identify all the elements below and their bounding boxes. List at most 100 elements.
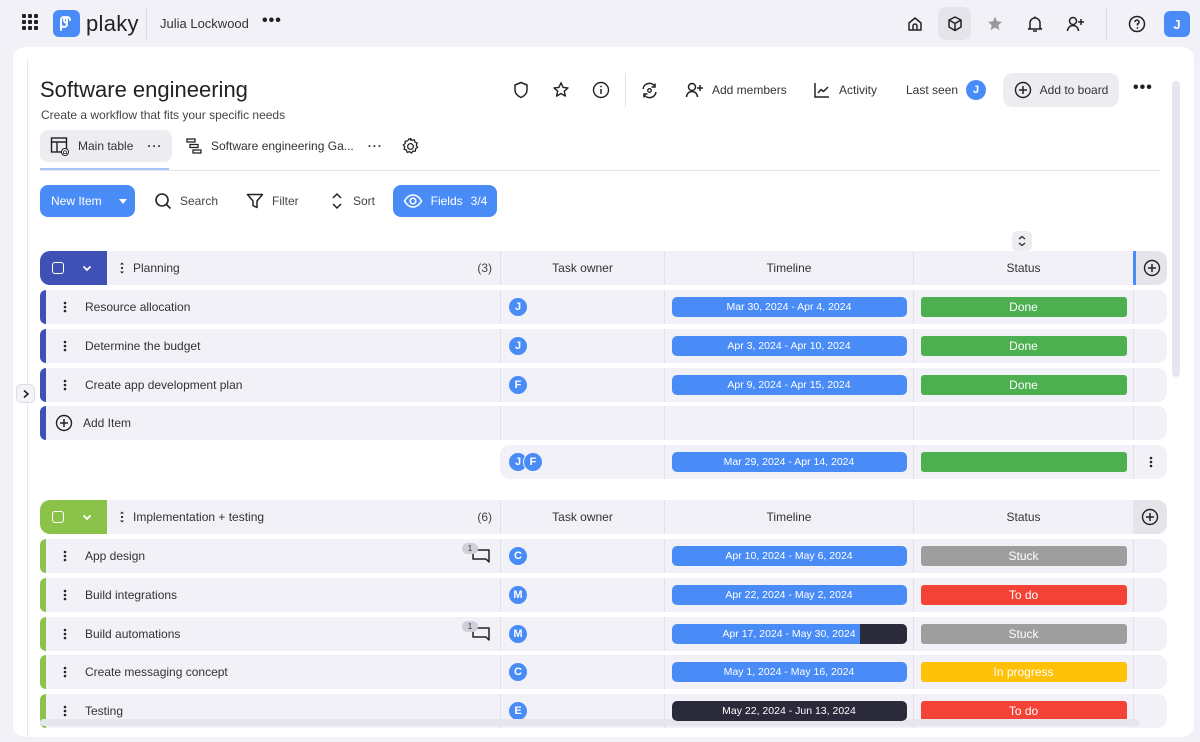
item-name[interactable]: Create messaging concept [85,665,228,679]
row-menu-button[interactable] [50,550,80,562]
favorites-button[interactable] [978,7,1011,40]
sort-button[interactable]: Sort [329,189,375,213]
timeline-pill[interactable]: Apr 22, 2024 - May 2, 2024 [671,584,907,605]
tab-more-button[interactable]: ··· [368,139,383,153]
notifications-button[interactable] [1018,7,1051,40]
column-header-owner[interactable]: Task owner [500,500,664,534]
group-name-cell[interactable]: Implementation + testing (6) [107,500,500,534]
status-badge[interactable]: Stuck [920,623,1127,644]
owner-avatar[interactable]: C [508,546,528,566]
timeline-pill[interactable]: Mar 30, 2024 - Apr 4, 2024 [671,297,907,317]
status-badge[interactable]: Done [920,297,1127,317]
column-header-status[interactable]: Status [913,251,1133,285]
status-cell[interactable]: To do [913,577,1133,612]
row-menu-button[interactable] [50,379,80,391]
item-name[interactable]: Build automations [85,627,180,641]
timeline-pill[interactable]: Apr 3, 2024 - Apr 10, 2024 [671,335,907,356]
task-owner-cell[interactable]: J [500,328,664,363]
new-item-button[interactable]: New Item [40,185,135,217]
summary-status-bar[interactable] [920,452,1127,473]
status-badge[interactable]: Done [920,374,1127,395]
item-name[interactable]: Resource allocation [85,300,190,314]
plaky-logo[interactable]: plaky [53,10,139,37]
timeline-cell[interactable]: Apr 3, 2024 - Apr 10, 2024 [664,328,913,363]
workspace-more-button[interactable]: ••• [262,12,282,30]
apps-grid-icon[interactable] [22,14,38,30]
column-sort-button[interactable] [1012,231,1032,251]
item-name-cell[interactable]: Determine the budget [40,328,500,363]
timeline-cell[interactable]: Mar 30, 2024 - Apr 4, 2024 [664,290,913,324]
group-name[interactable]: Implementation + testing [133,510,264,524]
status-badge[interactable]: Done [920,335,1127,356]
status-badge[interactable]: To do [920,584,1127,605]
status-cell[interactable]: Done [913,328,1133,363]
vertical-scrollbar[interactable] [1172,81,1180,377]
group-name[interactable]: Planning [133,261,180,275]
status-cell[interactable]: In progress [913,655,1133,690]
help-button[interactable] [1120,7,1153,40]
sync-button[interactable] [638,79,660,101]
status-cell[interactable]: Stuck [913,539,1133,573]
user-avatar[interactable]: J [1164,11,1190,37]
task-owner-cell[interactable]: M [500,577,664,612]
chevron-down-icon[interactable] [119,198,127,204]
timeline-pill[interactable]: Apr 10, 2024 - May 6, 2024 [671,546,907,566]
task-owner-cell[interactable]: C [500,655,664,690]
group-select-checkbox[interactable] [52,511,64,523]
add-item-label[interactable]: Add Item [83,416,131,430]
owner-avatar[interactable]: C [508,662,528,683]
board-description[interactable]: Create a workflow that fits your specifi… [41,108,285,122]
column-header-timeline[interactable]: Timeline [664,251,913,285]
summary-more-button[interactable] [1133,445,1167,480]
row-menu-button[interactable] [50,628,80,640]
last-seen-button[interactable]: Last seen J [906,77,987,103]
tab-gantt[interactable]: Software engineering Ga... ··· [175,130,393,162]
timeline-cell[interactable]: Apr 22, 2024 - May 2, 2024 [664,577,913,612]
row-menu-button[interactable] [50,301,80,313]
boards-button[interactable] [938,7,971,40]
add-to-board-button[interactable]: Add to board [1003,73,1119,107]
item-name[interactable]: Testing [85,704,123,718]
fields-button[interactable]: Fields 3/4 [393,185,497,217]
add-item-button[interactable] [54,414,74,432]
invite-user-button[interactable] [1059,7,1092,40]
column-header-owner[interactable]: Task owner [500,251,664,285]
filter-button[interactable]: Filter [246,189,299,213]
timeline-cell[interactable]: Apr 17, 2024 - May 30, 2024 [664,616,913,651]
board-title[interactable]: Software engineering [40,77,248,103]
status-cell[interactable]: Stuck [913,616,1133,651]
comments-button[interactable]: 1 [462,620,492,645]
column-header-timeline[interactable]: Timeline [664,500,913,534]
collapse-chevron-icon[interactable] [82,265,92,272]
owner-avatar[interactable]: F [508,374,528,395]
item-name-cell[interactable]: Build integrations [40,577,500,612]
workspace-name[interactable]: Julia Lockwood [160,16,249,31]
favorite-board-button[interactable] [550,79,572,101]
tab-more-button[interactable]: ··· [147,139,162,153]
row-menu-button[interactable] [50,340,80,352]
timeline-pill[interactable]: May 1, 2024 - May 16, 2024 [671,662,907,683]
status-badge[interactable]: Stuck [920,546,1127,566]
add-item-cell[interactable]: Add Item [40,406,500,441]
group-name-cell[interactable]: Planning (3) [107,251,500,285]
collapse-chevron-icon[interactable] [82,514,92,521]
timeline-pill[interactable]: Apr 17, 2024 - May 30, 2024 [671,623,907,644]
owner-avatar[interactable]: J [508,297,528,317]
task-owner-cell[interactable]: F [500,367,664,402]
activity-button[interactable]: Activity [813,77,877,103]
timeline-cell[interactable]: May 1, 2024 - May 16, 2024 [664,655,913,690]
row-menu-button[interactable] [50,705,80,717]
status-cell[interactable]: Done [913,367,1133,402]
view-settings-button[interactable] [401,137,420,161]
task-owner-cell[interactable]: M [500,616,664,651]
add-column-button[interactable] [1133,500,1167,534]
item-name[interactable]: Determine the budget [85,339,200,353]
search-button[interactable]: Search [154,189,218,213]
timeline-cell[interactable]: Apr 9, 2024 - Apr 15, 2024 [664,367,913,402]
timeline-pill[interactable]: Apr 9, 2024 - Apr 15, 2024 [671,374,907,395]
item-name[interactable]: App design [85,549,145,563]
row-menu-button[interactable] [50,666,80,678]
owner-avatar[interactable]: F [523,452,543,473]
comments-button[interactable]: 1 [462,543,492,567]
status-badge[interactable]: In progress [920,662,1127,683]
